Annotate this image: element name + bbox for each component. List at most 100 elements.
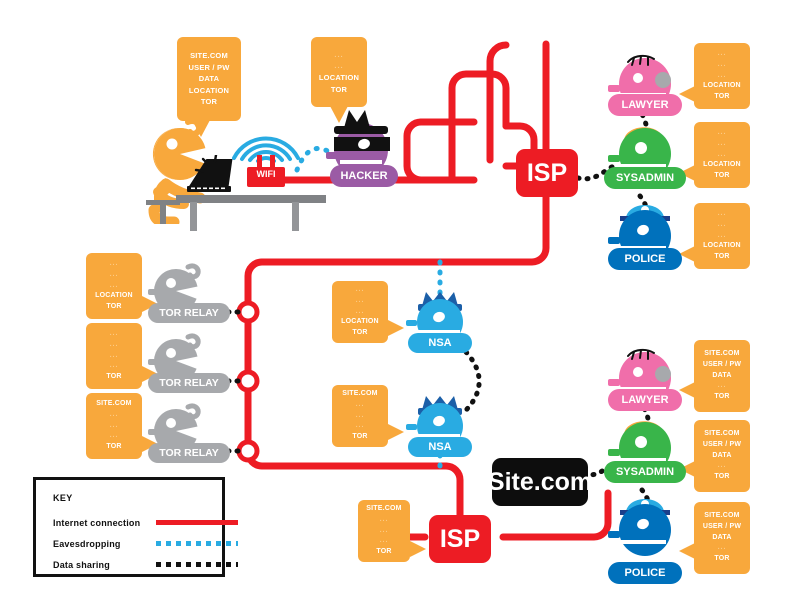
callout-sysadmin-bottom-line-4: TOR xyxy=(714,473,730,481)
tor-relay-3-label: TOR RELAY xyxy=(148,443,230,463)
callout-nsa-2-line-3: ... xyxy=(355,422,365,430)
callout-lawyer-top-line-4: TOR xyxy=(714,93,730,101)
callout-nsa-1: ... ... ... LOCATION TOR xyxy=(332,281,388,343)
callout-nsa-1-tail xyxy=(388,320,404,336)
callout-isp-bottom: SITE.COM ... ... ... TOR xyxy=(358,500,410,562)
callout-nsa-1-line-2: ... xyxy=(355,307,365,315)
sysadmin-top-label: SYSADMIN xyxy=(604,167,686,189)
callout-relay-1-line-1: ... xyxy=(109,270,119,278)
callout-sysadmin-top-line-4: TOR xyxy=(714,172,730,180)
callout-police-top-line-2: ... xyxy=(717,231,727,239)
callout-hacker-line-1: ... xyxy=(334,61,344,71)
callout-lawyer-top-line-2: ... xyxy=(717,71,727,79)
callout-sysadmin-bottom-line-1: USER / PW xyxy=(702,440,742,448)
callout-police-bottom: SITE.COM USER / PW DATA ... TOR xyxy=(694,502,750,574)
callout-relay-3-line-1: ... xyxy=(109,410,119,418)
callout-user-line-1: USER / PW xyxy=(188,62,230,72)
callout-isp-bottom-tail xyxy=(410,541,426,557)
callout-sysadmin-bottom: SITE.COM USER / PW DATA ... TOR xyxy=(694,420,750,492)
callout-police-top: ... ... ... LOCATION TOR xyxy=(694,203,750,269)
callout-sysadmin-top-line-1: ... xyxy=(717,139,727,147)
callout-police-top-line-1: ... xyxy=(717,220,727,228)
callout-lawyer-bottom: SITE.COM USER / PW DATA ... TOR xyxy=(694,340,750,412)
site-com-node: Site.com xyxy=(488,458,592,506)
callout-relay-1-line-3: LOCATION xyxy=(95,292,133,300)
callout-isp-bottom-line-0: SITE.COM xyxy=(366,504,402,512)
callout-police-bottom-line-4: TOR xyxy=(714,555,730,563)
callout-police-top-line-4: TOR xyxy=(714,253,730,261)
callout-hacker: ... ... LOCATION TOR xyxy=(311,37,367,107)
wifi-label: WIFI xyxy=(252,168,280,180)
nsa-2-label: NSA xyxy=(408,437,472,457)
desk xyxy=(176,195,326,231)
callout-lawyer-top-line-3: LOCATION xyxy=(703,82,741,90)
sysadmin-bottom-label: SYSADMIN xyxy=(604,461,686,483)
legend-swatch-eavesdropping xyxy=(156,541,238,546)
tor-relay-2-label: TOR RELAY xyxy=(148,373,230,393)
callout-lawyer-bottom-line-2: DATA xyxy=(712,371,732,379)
callout-nsa-2-line-0: SITE.COM xyxy=(342,389,378,397)
callout-lawyer-bottom-line-3: ... xyxy=(717,382,727,390)
wire-knot-loop-a xyxy=(448,70,510,184)
callout-police-top-line-0: ... xyxy=(717,209,727,217)
legend-row-eavesdropping-label: Eavesdropping xyxy=(53,539,121,549)
lawyer-bottom-label: LAWYER xyxy=(608,389,682,411)
legend-swatch-internet xyxy=(156,520,238,525)
callout-relay-1-line-2: ... xyxy=(109,281,119,289)
callout-police-bottom-line-0: SITE.COM xyxy=(704,511,740,519)
lawyer-top-label: LAWYER xyxy=(608,94,682,116)
callout-relay-2-line-2: ... xyxy=(109,351,119,359)
callout-police-bottom-line-1: USER / PW xyxy=(702,522,742,530)
callout-isp-bottom-line-3: ... xyxy=(379,537,389,545)
callout-isp-bottom-line-1: ... xyxy=(379,515,389,523)
police-top-label: POLICE xyxy=(608,248,682,270)
callout-hacker-line-2: LOCATION xyxy=(318,73,360,82)
callout-relay-2-line-0: ... xyxy=(109,329,119,337)
callout-isp-bottom-line-4: TOR xyxy=(376,548,392,556)
callout-lawyer-top-line-0: ... xyxy=(717,49,727,57)
callout-nsa-2: SITE.COM ... ... ... TOR xyxy=(332,385,388,447)
callout-relay-3: SITE.COM ... ... ... TOR xyxy=(86,393,142,459)
callout-lawyer-bottom-line-4: TOR xyxy=(714,393,730,401)
callout-sysadmin-top-line-0: ... xyxy=(717,128,727,136)
callout-hacker-line-0: ... xyxy=(334,49,344,59)
callout-lawyer-top-tail xyxy=(679,86,695,102)
callout-sysadmin-bottom-line-0: SITE.COM xyxy=(704,429,740,437)
legend-row-datasharing-label: Data sharing xyxy=(53,560,110,570)
callout-nsa-2-tail xyxy=(388,424,404,440)
callout-nsa-2-line-1: ... xyxy=(355,400,365,408)
callout-user-line-2: DATA xyxy=(198,74,220,84)
legend-title: KEY xyxy=(53,493,73,503)
nsa-1-label: NSA xyxy=(408,333,472,353)
legend-swatch-datasharing xyxy=(156,562,238,567)
callout-user-line-3: LOCATION xyxy=(188,85,230,95)
callout-police-bottom-line-2: DATA xyxy=(712,533,732,541)
callout-nsa-1-line-4: TOR xyxy=(352,329,368,337)
diagram-canvas: SITE.COM USER / PW DATA LOCATION TOR WIF… xyxy=(0,0,792,612)
callout-relay-1-line-0: ... xyxy=(109,259,119,267)
isp-bottom-node: ISP xyxy=(429,515,491,563)
legend-row-internet-label: Internet connection xyxy=(53,518,141,528)
callout-relay-1-line-4: TOR xyxy=(106,303,122,311)
callout-hacker-line-3: TOR xyxy=(330,84,348,94)
callout-relay-3-line-2: ... xyxy=(109,421,119,429)
stool xyxy=(146,200,180,224)
callout-isp-bottom-line-2: ... xyxy=(379,526,389,534)
callout-sysadmin-bottom-line-3: ... xyxy=(717,462,727,470)
callout-relay-2-line-3: ... xyxy=(109,362,119,370)
callout-relay-3-line-0: SITE.COM xyxy=(96,399,132,407)
callout-sysadmin-top: ... ... ... LOCATION TOR xyxy=(694,122,750,188)
callout-sysadmin-top-line-2: ... xyxy=(717,150,727,158)
callout-police-bottom-tail xyxy=(679,543,695,559)
callout-relay-1: ... ... ... LOCATION TOR xyxy=(86,253,142,319)
callout-nsa-2-line-2: ... xyxy=(355,411,365,419)
callout-nsa-2-line-4: TOR xyxy=(352,433,368,441)
callout-lawyer-bottom-line-0: SITE.COM xyxy=(704,349,740,357)
callout-sysadmin-bottom-line-2: DATA xyxy=(712,451,732,459)
callout-relay-3-line-4: TOR xyxy=(106,443,122,451)
callout-relay-2-line-4: TOR xyxy=(106,373,122,381)
callout-user-line-0: SITE.COM xyxy=(190,50,228,60)
wire-trunk-to-isp-bottom xyxy=(442,462,464,520)
callout-lawyer-top: ... ... ... LOCATION TOR xyxy=(694,43,750,109)
callout-sysadmin-top-line-3: LOCATION xyxy=(703,161,741,169)
